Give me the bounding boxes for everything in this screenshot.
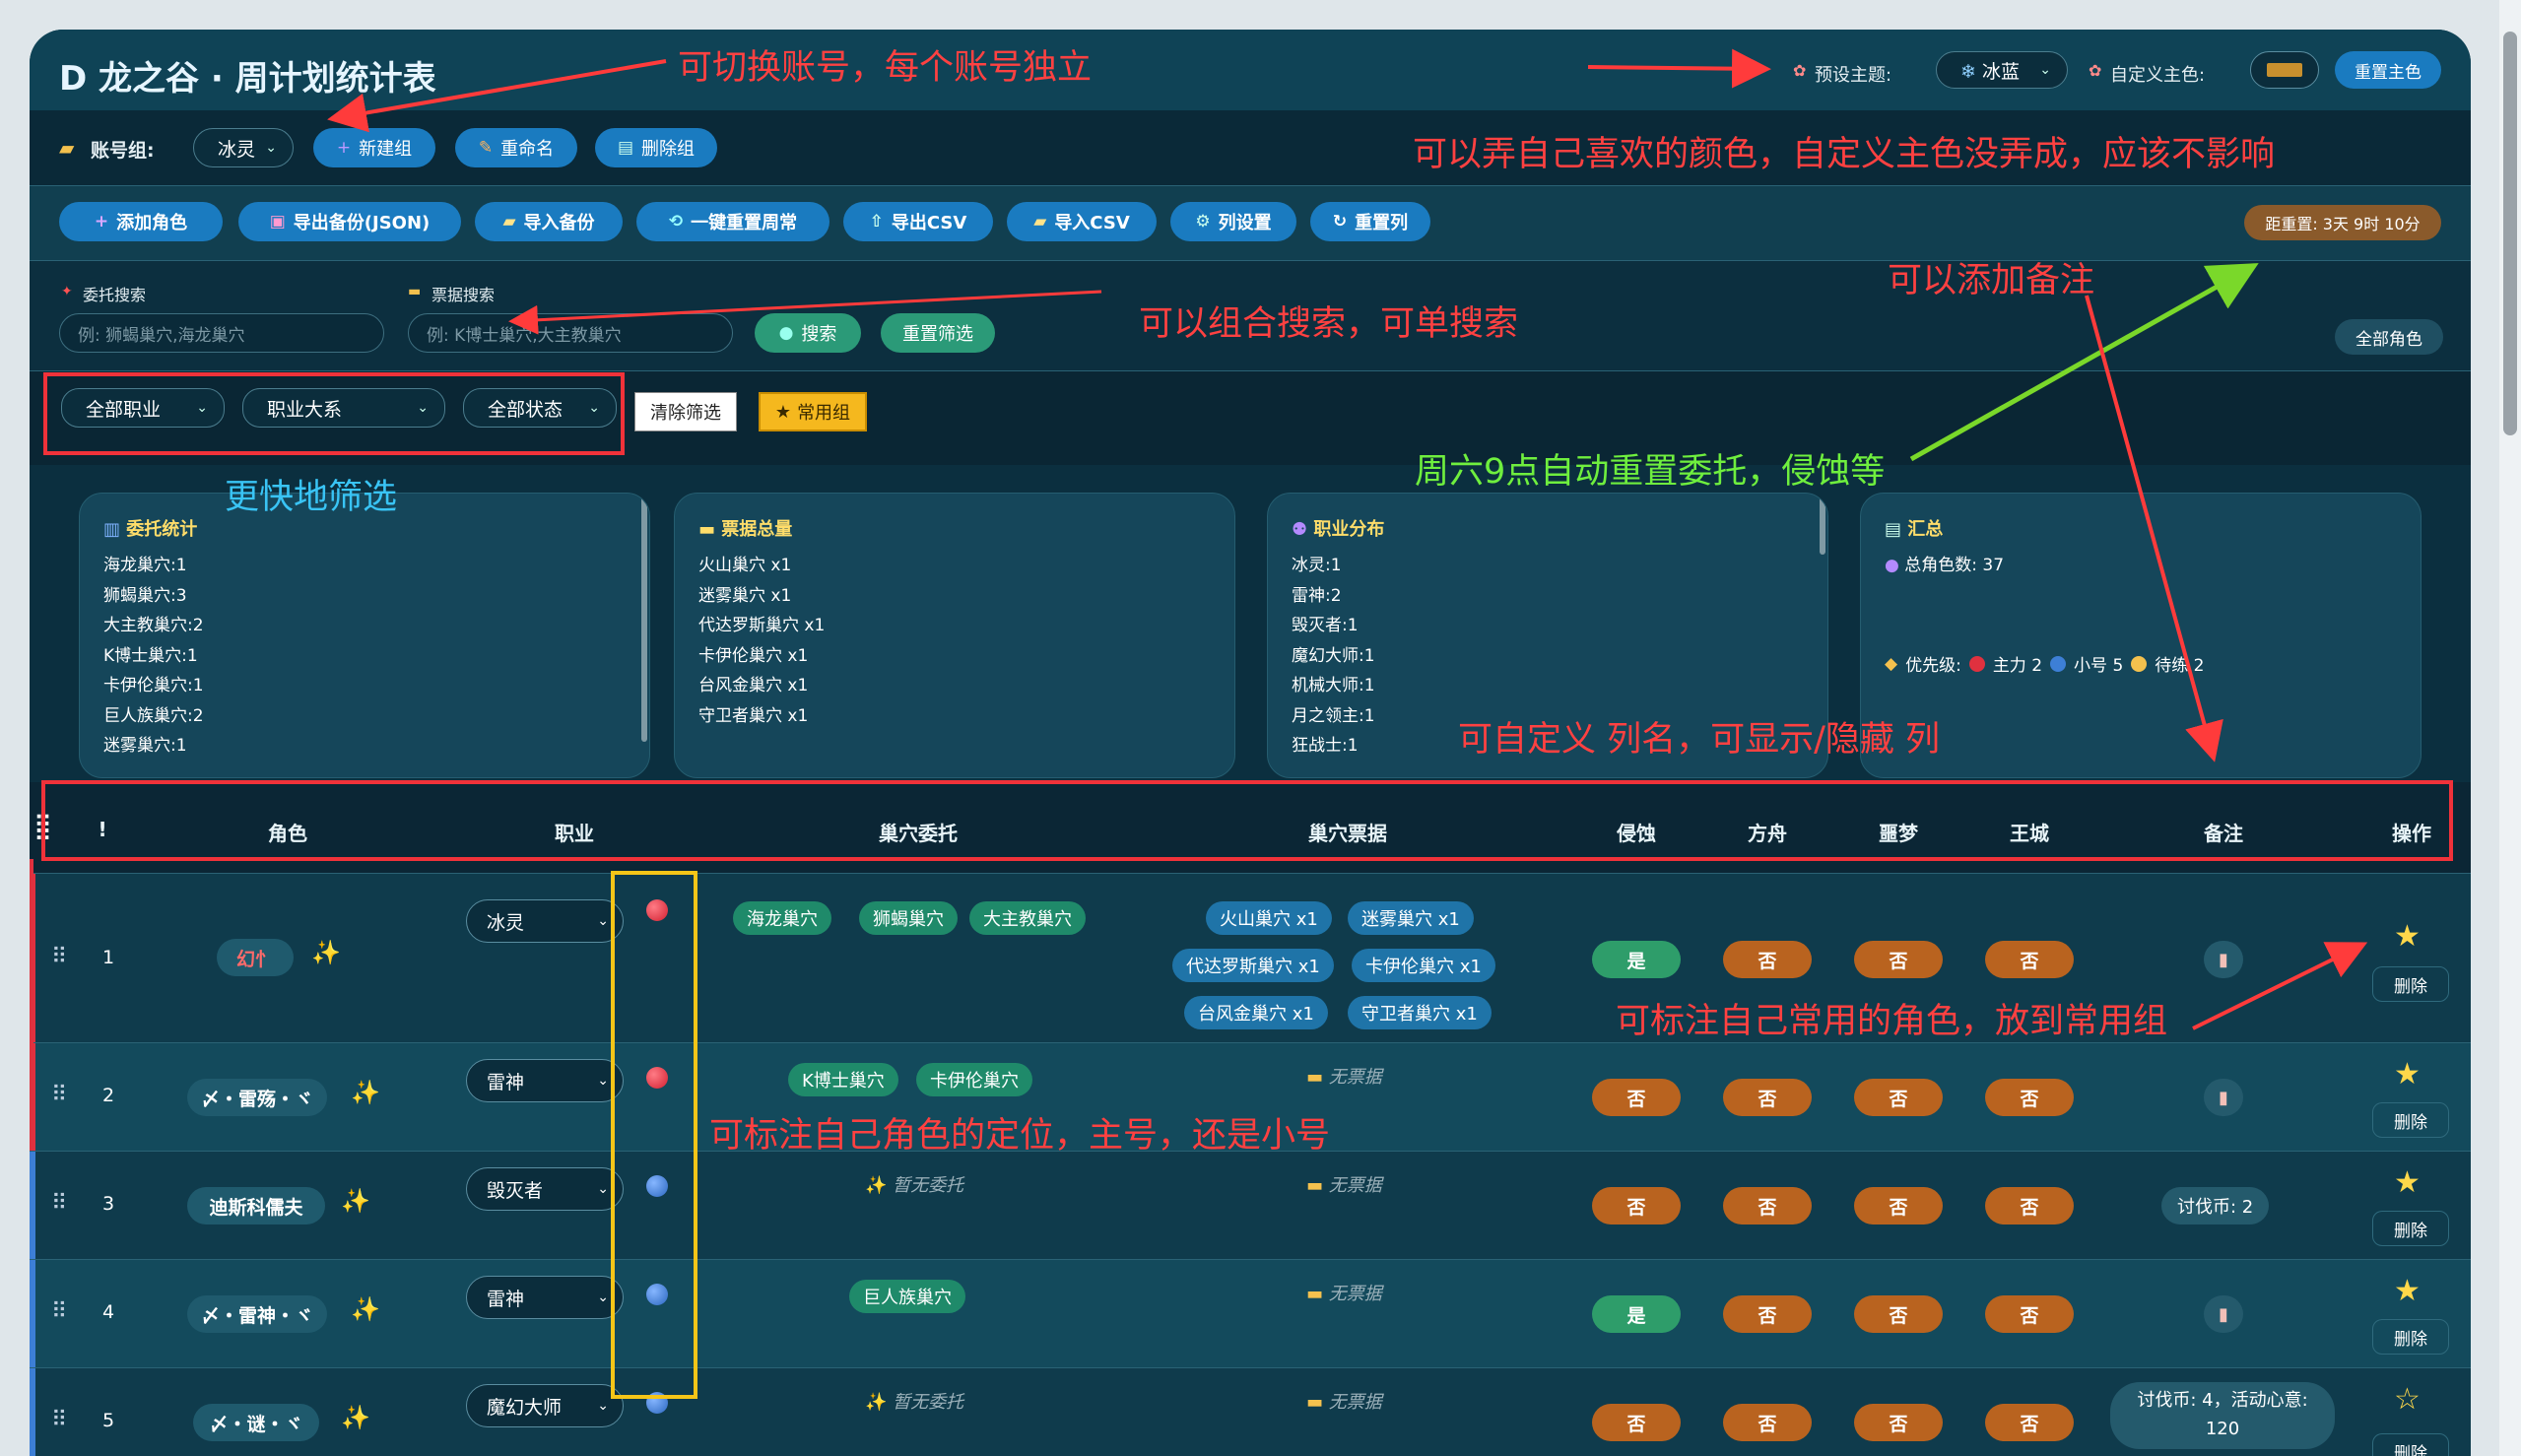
page-scrollbar[interactable] xyxy=(2499,0,2521,1456)
scrollbar-thumb[interactable] xyxy=(2503,32,2517,435)
annotation-text: 周六9点自动重置委托，侵蚀等 xyxy=(1415,452,1886,492)
annotation-text: 可以组合搜索，可单搜索 xyxy=(1139,304,1519,344)
annotation-arrows xyxy=(327,48,2368,1030)
annotation-text: 可自定义 列名，可显示/隐藏 列 xyxy=(1458,720,1941,760)
arrow xyxy=(2192,942,2368,1030)
annotation-text: 可以添加备注 xyxy=(1888,261,2095,300)
arrow xyxy=(1587,48,1771,89)
annotation-text: 可标注自己角色的定位，主号，还是小号 xyxy=(709,1116,1331,1156)
annotation-text: 可标注自己常用的角色，放到常用组 xyxy=(1616,1002,2168,1041)
annotation-text: 可以弄自己喜欢的颜色，自定义主色没弄成，应该不影响 xyxy=(1413,135,2276,174)
annotation-text: 更快地筛选 xyxy=(225,478,398,517)
arrow xyxy=(2085,295,2223,762)
arrow xyxy=(327,59,667,133)
arrow xyxy=(508,290,1102,335)
annotation-text: 可切换账号，每个账号独立 xyxy=(678,48,1093,88)
